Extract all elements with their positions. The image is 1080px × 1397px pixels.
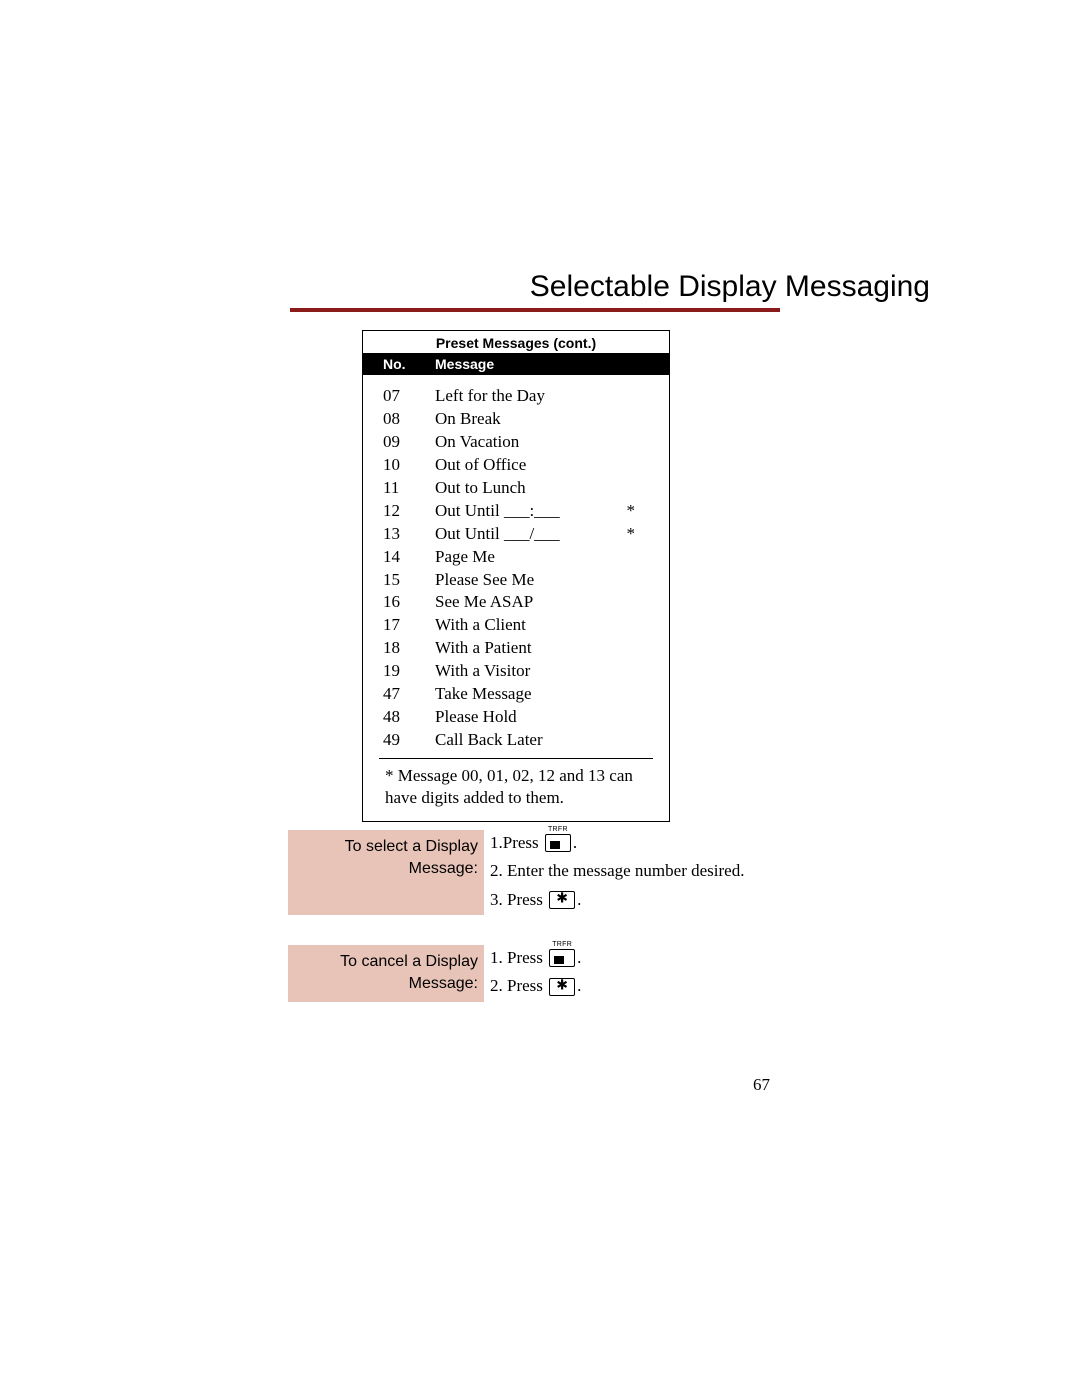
- table-body: 07Left for the Day08On Break09On Vacatio…: [363, 375, 669, 821]
- row-no: 11: [379, 477, 435, 500]
- table-row: 07Left for the Day: [379, 385, 653, 408]
- table-row: 10Out of Office: [379, 454, 653, 477]
- row-no: 18: [379, 637, 435, 660]
- cancel-step1-pre: 1. Press: [490, 945, 547, 971]
- select-step2: 2. Enter the message number desired.: [490, 858, 744, 884]
- row-message: With a Visitor: [435, 660, 653, 683]
- row-star: *: [627, 500, 636, 523]
- row-no: 08: [379, 408, 435, 431]
- row-no: 47: [379, 683, 435, 706]
- row-message: Left for the Day: [435, 385, 653, 408]
- row-message: With a Patient: [435, 637, 653, 660]
- table-header: No. Message: [363, 353, 669, 375]
- row-message: Call Back Later: [435, 729, 653, 752]
- select-steps: 1.Press TRFR . 2. Enter the message numb…: [484, 830, 838, 915]
- select-step3-post: .: [577, 887, 581, 913]
- cancel-step2-post: .: [577, 973, 581, 999]
- page-title: Selectable Display Messaging: [340, 270, 930, 304]
- row-message: Please Hold: [435, 706, 653, 729]
- row-no: 16: [379, 591, 435, 614]
- table-row: 09On Vacation: [379, 431, 653, 454]
- row-message: See Me ASAP: [435, 591, 653, 614]
- row-message: Out of Office: [435, 454, 653, 477]
- row-message: On Vacation: [435, 431, 653, 454]
- select-step1-post: .: [573, 830, 577, 856]
- row-no: 13: [379, 523, 435, 546]
- star-key-icon: [549, 978, 575, 996]
- row-message: With a Client: [435, 614, 653, 637]
- table-row: 14Page Me: [379, 546, 653, 569]
- header-message: Message: [435, 356, 669, 372]
- row-no: 48: [379, 706, 435, 729]
- header-no: No.: [363, 356, 435, 372]
- table-row: 19With a Visitor: [379, 660, 653, 683]
- select-step1-pre: 1.Press: [490, 830, 543, 856]
- row-no: 14: [379, 546, 435, 569]
- select-step3-pre: 3. Press: [490, 887, 547, 913]
- instruction-cancel: To cancel a Display Message: 1. Press TR…: [288, 945, 838, 1016]
- table-row: 49Call Back Later: [379, 729, 653, 752]
- table-row: 11Out to Lunch: [379, 477, 653, 500]
- row-no: 12: [379, 500, 435, 523]
- row-no: 07: [379, 385, 435, 408]
- row-message: Out Until ___:___*: [435, 500, 653, 523]
- cancel-label: To cancel a Display Message:: [288, 945, 484, 1002]
- row-no: 49: [379, 729, 435, 752]
- table-row: 48Please Hold: [379, 706, 653, 729]
- row-star: *: [627, 523, 636, 546]
- trfr-label: TRFR: [552, 940, 572, 951]
- cancel-steps: 1. Press TRFR . 2. Press .: [484, 945, 838, 1002]
- row-message: Please See Me: [435, 569, 653, 592]
- table-row: 16See Me ASAP: [379, 591, 653, 614]
- table-row: 15Please See Me: [379, 569, 653, 592]
- row-message: Take Message: [435, 683, 653, 706]
- trfr-label: TRFR: [548, 825, 568, 836]
- table-row: 12Out Until ___:___*: [379, 500, 653, 523]
- table-row: 08On Break: [379, 408, 653, 431]
- row-message: Out Until ___/___*: [435, 523, 653, 546]
- cancel-step1-post: .: [577, 945, 581, 971]
- table-row: 47Take Message: [379, 683, 653, 706]
- row-no: 10: [379, 454, 435, 477]
- table-footnote: * Message 00, 01, 02, 12 and 13 can have…: [379, 763, 653, 815]
- preset-messages-table: Preset Messages (cont.) No. Message 07Le…: [362, 330, 670, 822]
- table-title: Preset Messages (cont.): [363, 331, 669, 353]
- row-message: Page Me: [435, 546, 653, 569]
- table-row: 18With a Patient: [379, 637, 653, 660]
- select-label: To select a Display Message:: [288, 830, 484, 915]
- cancel-step2-pre: 2. Press: [490, 973, 547, 999]
- row-no: 09: [379, 431, 435, 454]
- title-rule: [290, 308, 780, 312]
- table-row: 13Out Until ___/___*: [379, 523, 653, 546]
- table-divider: [379, 758, 653, 759]
- table-row: 17With a Client: [379, 614, 653, 637]
- row-no: 17: [379, 614, 435, 637]
- instruction-select: To select a Display Message: 1.Press TRF…: [288, 830, 838, 929]
- trfr-key-icon: TRFR: [549, 949, 575, 967]
- row-no: 19: [379, 660, 435, 683]
- page-number: 67: [753, 1075, 770, 1095]
- row-message: On Break: [435, 408, 653, 431]
- star-key-icon: [549, 891, 575, 909]
- row-message: Out to Lunch: [435, 477, 653, 500]
- row-no: 15: [379, 569, 435, 592]
- trfr-key-icon: TRFR: [545, 834, 571, 852]
